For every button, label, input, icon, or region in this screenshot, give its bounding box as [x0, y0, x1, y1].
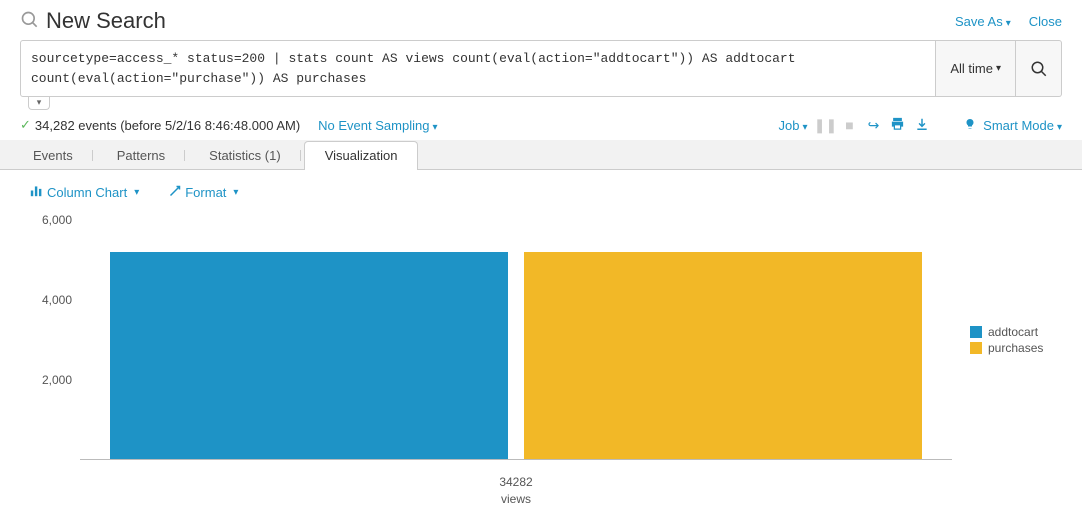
run-search-button[interactable]: [1016, 40, 1062, 97]
time-range-picker[interactable]: All time▾: [936, 40, 1016, 97]
page-title: New Search: [46, 8, 166, 34]
chart-area: 6,000 4,000 2,000 addtocart purchases: [0, 210, 1082, 470]
y-axis: 6,000 4,000 2,000: [20, 220, 80, 460]
chevron-down-icon: ▾: [1057, 122, 1062, 133]
x-axis-label: views: [60, 491, 972, 508]
stop-icon: ■: [838, 117, 862, 133]
download-icon[interactable]: [910, 117, 934, 134]
tab-visualization[interactable]: Visualization: [304, 141, 419, 170]
search-icon: [20, 10, 40, 33]
results-tabs: Events Patterns Statistics (1) Visualiza…: [0, 140, 1082, 170]
x-tick-value: 34282: [60, 474, 972, 491]
y-tick: 2,000: [42, 373, 72, 387]
chevron-down-icon: ▾: [432, 122, 437, 133]
pause-icon: ❚❚: [814, 117, 838, 134]
swatch-icon: [970, 326, 982, 338]
column-chart-icon: [30, 184, 43, 200]
format-icon: [169, 185, 181, 200]
y-tick: 6,000: [42, 213, 72, 227]
chevron-down-icon: ▾: [1006, 18, 1011, 29]
search-query-input[interactable]: sourcetype=access_* status=200 | stats c…: [20, 40, 936, 97]
save-as-button[interactable]: Save As▾: [955, 14, 1011, 29]
event-sampling-dropdown[interactable]: No Event Sampling▾: [318, 118, 437, 133]
chart-type-dropdown[interactable]: Column Chart▾: [30, 184, 139, 200]
x-axis: 34282 views: [60, 470, 972, 508]
expand-search-toggle[interactable]: ▾: [28, 96, 50, 110]
share-icon[interactable]: ↪: [862, 117, 886, 134]
search-mode-dropdown[interactable]: Smart Mode▾: [964, 118, 1062, 133]
check-icon: ✓: [20, 117, 31, 133]
chevron-down-icon: ▾: [233, 187, 238, 198]
bar-purchases[interactable]: [524, 252, 922, 459]
print-icon[interactable]: [886, 116, 910, 134]
chevron-down-icon: ▾: [996, 63, 1001, 74]
legend-item-addtocart[interactable]: addtocart: [970, 325, 1062, 339]
chevron-down-icon: ▾: [134, 187, 139, 198]
events-count-text: 34,282 events (before 5/2/16 8:46:48.000…: [35, 118, 300, 133]
job-menu[interactable]: Job▾: [779, 118, 808, 133]
format-dropdown[interactable]: Format▾: [169, 184, 238, 200]
chart-plot[interactable]: [80, 220, 952, 460]
y-tick: 4,000: [42, 293, 72, 307]
tab-statistics[interactable]: Statistics (1): [188, 141, 302, 169]
lightbulb-icon: [964, 118, 980, 133]
bar-addtocart[interactable]: [110, 252, 508, 459]
close-button[interactable]: Close: [1029, 14, 1062, 29]
legend-item-purchases[interactable]: purchases: [970, 341, 1062, 355]
chevron-down-icon: ▾: [803, 122, 808, 133]
tab-patterns[interactable]: Patterns: [96, 141, 186, 169]
tab-events[interactable]: Events: [12, 141, 94, 169]
swatch-icon: [970, 342, 982, 354]
chart-legend: addtocart purchases: [952, 220, 1062, 460]
